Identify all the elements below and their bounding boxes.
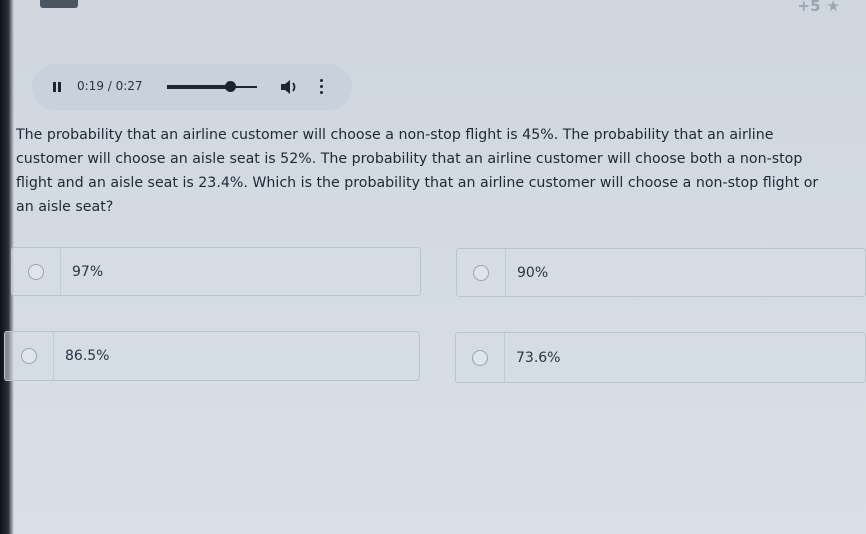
slider-thumb[interactable] <box>225 81 237 92</box>
radio-button[interactable] <box>472 349 488 366</box>
question-line: The probability that an airline customer… <box>16 127 774 143</box>
radio-area[interactable] <box>12 248 61 295</box>
option-label: 73.6% <box>516 349 561 366</box>
question-text: The probability that an airline customer… <box>16 123 856 219</box>
points-badge: +5 ★ <box>798 0 840 15</box>
radio-button[interactable] <box>28 263 44 280</box>
audio-time: 0:19 / 0:27 <box>77 79 143 93</box>
radio-button[interactable] <box>21 348 37 364</box>
radio-area[interactable] <box>457 249 506 296</box>
question-line: an aisle seat? <box>16 199 114 215</box>
audio-progress-slider[interactable] <box>167 81 257 92</box>
star-icon: ★ <box>826 0 840 15</box>
top-tab[interactable] <box>40 0 78 8</box>
radio-button[interactable] <box>473 264 489 281</box>
points-label: +5 <box>797 0 821 15</box>
question-line: flight and an aisle seat is 23.4%. Which… <box>16 175 819 191</box>
option-label: 90% <box>517 264 549 281</box>
answer-option-c[interactable]: 86.5% <box>4 331 420 381</box>
question-line: customer will choose an aisle seat is 52… <box>16 151 803 167</box>
radio-area[interactable] <box>456 333 505 382</box>
answer-option-d[interactable]: 73.6% <box>455 332 866 383</box>
slider-fill <box>167 85 231 89</box>
option-label: 86.5% <box>65 348 110 364</box>
pause-icon[interactable] <box>53 82 61 92</box>
answer-option-b[interactable]: 90% <box>456 248 866 297</box>
option-label: 97% <box>72 263 104 280</box>
radio-area[interactable] <box>5 332 54 380</box>
audio-player: 0:19 / 0:27 <box>32 64 352 110</box>
volume-icon[interactable] <box>279 78 299 96</box>
more-vert-icon[interactable] <box>320 79 324 95</box>
answer-option-a[interactable]: 97% <box>11 247 421 296</box>
